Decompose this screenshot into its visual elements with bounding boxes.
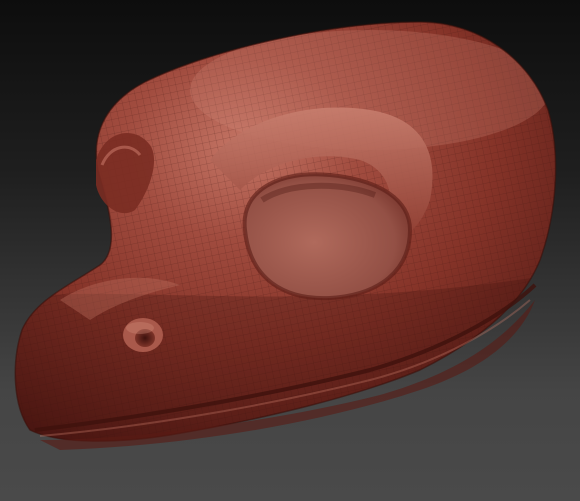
sculpt-render <box>14 21 557 450</box>
eye-socket <box>242 172 413 301</box>
sculpt-viewport <box>0 0 580 501</box>
nostril <box>123 318 163 352</box>
